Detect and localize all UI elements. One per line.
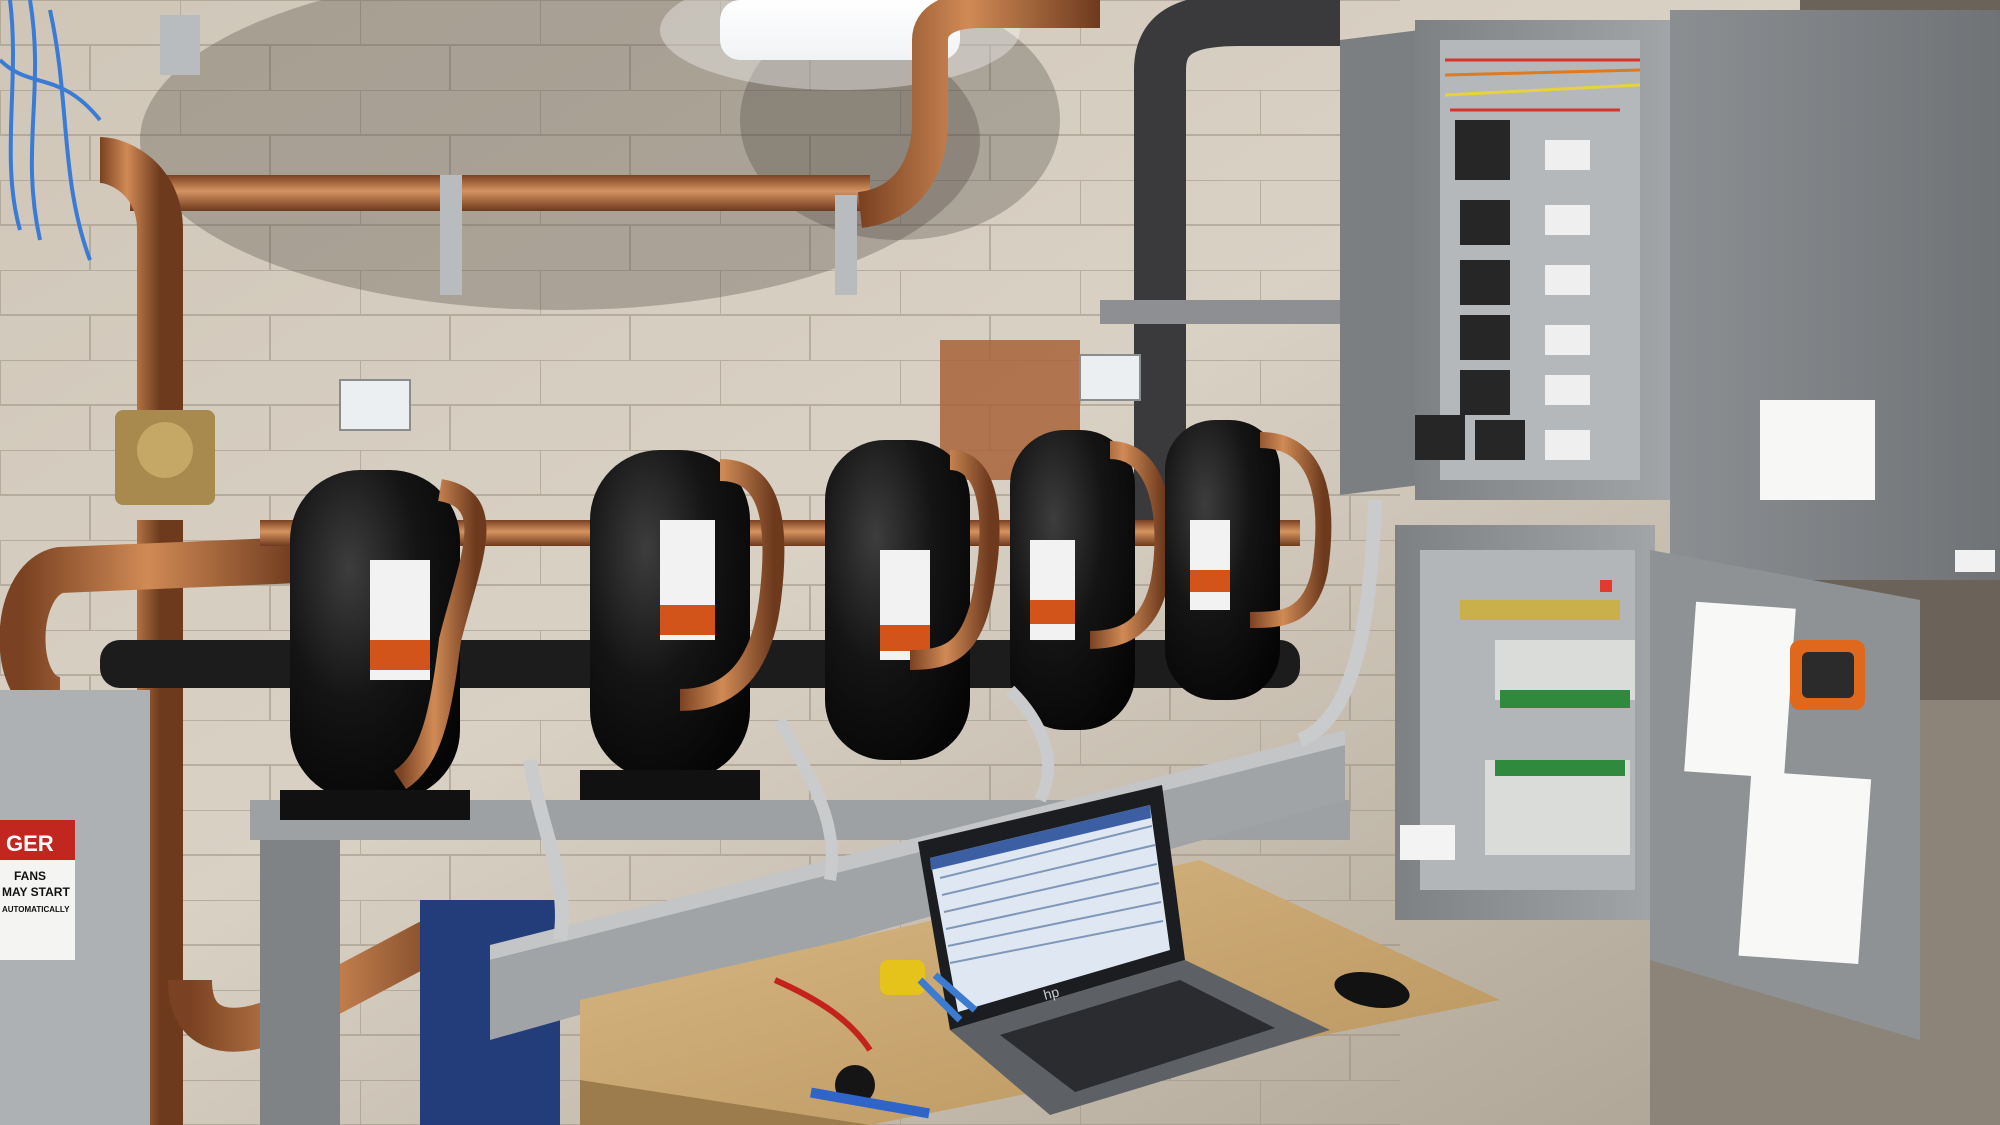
machine-room-photo: GER FANS MAY START AUTOMATICALLY hp [0,0,2000,1125]
unistrut-bracket [160,15,200,75]
paper-doc-on-door [1738,771,1872,964]
rack-frame-leg [260,840,340,1125]
danger-sign-header: GER [6,831,54,856]
door-sticker [1955,550,1995,572]
danger-sign-line1: FANS [14,869,46,883]
din-rail [1460,600,1620,620]
copper-line-upper [130,175,870,211]
compressor-1 [280,470,487,820]
danger-sign-line2: MAY START [2,885,70,899]
compressor-3 [825,440,1000,760]
white-junction-box [1400,825,1455,860]
photo-canvas: GER FANS MAY START AUTOMATICALLY hp [0,0,2000,1125]
door-label-sheet [1760,400,1875,500]
pressure-control-box [339,379,411,431]
danger-sign-line3: AUTOMATICALLY [2,905,70,914]
clip-light-face [1802,652,1854,698]
paper-doc-on-door [1684,601,1796,779]
tape-measure [880,960,925,995]
unistrut-bracket [440,175,462,295]
pressure-control-box [1079,354,1141,401]
valve-cap [137,422,193,478]
upper-panel-door-left [1340,30,1420,495]
io-module-green-terminals [1500,690,1630,708]
unistrut-bracket [835,195,857,295]
io-module-green-terminals [1495,760,1625,776]
indicator-red [1600,580,1612,592]
gray-conduit-horizontal [1100,300,1340,324]
